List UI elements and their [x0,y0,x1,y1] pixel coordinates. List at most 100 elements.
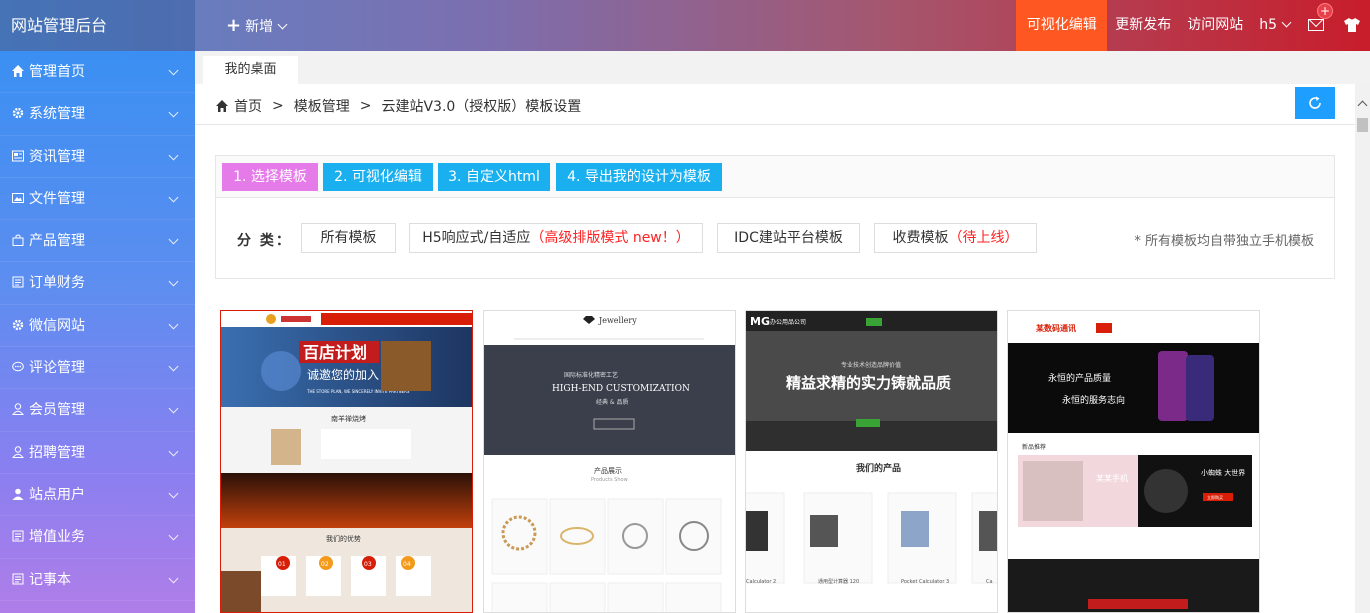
news-icon [12,149,29,165]
chevron-down-icon [168,277,179,287]
template-card-4[interactable]: 某数码通讯 永恒的产品质量 永恒的服务志向 新品推荐 某某手机 小蜘蛛 大世界 … [1007,310,1260,613]
sidebar-item-label: 管理首页 [29,64,85,80]
mail-button[interactable]: + [1298,0,1334,51]
chevron-down-icon [168,319,179,330]
sidebar-item-12[interactable]: 增值业务 [0,516,195,559]
t3-caption-3: Pocket Calculator 3 [901,579,949,585]
t1-badge-2: 02 [321,561,329,568]
theme-button[interactable] [1334,0,1370,51]
breadcrumb: 首页 > 模板管理 > 云建站V3.0（授权版）模板设置 [216,96,581,116]
step-custom-html[interactable]: 3. 自定义html [438,163,550,191]
sidebar-item-label: 文件管理 [29,190,85,207]
template-card-1[interactable]: 百店计划 诚邀您的加入 THE STORE PLAN, WE SINCERELY… [220,310,473,613]
vertical-scrollbar[interactable] [1355,84,1370,613]
chevron-down-icon [168,446,179,457]
t2-hero-en: HIGH-END CUSTOMIZATION [552,384,690,394]
t1-section-title2: 我们的优势 [326,534,361,543]
t2-section-title: 产品展示 [594,466,622,475]
sidebar-item-10[interactable]: 招聘管理 [0,432,195,474]
t3-brand: MG [750,315,770,328]
top-bar: 网站管理后台 + 新增 可视化编辑 更新发布 访问网站 h5 + [0,0,1370,51]
mail-badge: + [1317,3,1333,19]
new-button[interactable]: + 新增 [226,0,288,51]
chevron-down-icon [277,19,288,30]
scrollbar-thumb[interactable] [1357,118,1368,132]
template-preview-3: MG 办公用品公司 专业技术创造品牌价值 精益求精的实力铸就品质 我们的产品 C… [746,311,997,612]
publish-button[interactable]: 更新发布 [1107,0,1179,51]
sidebar-item-11[interactable]: 站点用户 [0,474,195,517]
sidebar-item-label: 系统管理 [29,106,85,123]
t1-badge-1: 01 [278,561,286,568]
sidebar-item-label: 评论管理 [29,360,85,377]
template-preview-4: 某数码通讯 永恒的产品质量 永恒的服务志向 新品推荐 某某手机 小蜘蛛 大世界 … [1008,311,1259,612]
order-icon [12,275,29,291]
tab-desktop[interactable]: 我的桌面 [203,56,298,84]
bag-icon [12,233,29,249]
sidebar-item-label: 站点用户 [29,486,85,503]
category-all-button[interactable]: 所有模板 [301,223,396,253]
app-title: 网站管理后台 [0,0,195,51]
chevron-down-icon [168,192,179,203]
visit-site-link[interactable]: 访问网站 [1179,0,1251,51]
home-icon [12,64,29,80]
sidebar-item-6[interactable]: 订单财务 [0,262,195,305]
image-icon [12,191,29,207]
category-note: * 所有模板均自带独立手机模板 [1134,234,1314,249]
sidebar-item-3[interactable]: 资讯管理 [0,136,195,178]
t3-section-title: 我们的产品 [856,462,901,474]
chevron-down-icon [168,107,179,118]
sidebar-item-13[interactable]: 记事本 [0,559,195,601]
shirt-icon [1344,18,1360,32]
breadcrumb-separator: > [272,98,284,114]
t1-badge-3: 03 [364,561,372,568]
category-idc-button[interactable]: IDC建站平台模板 [717,223,860,253]
sidebar-item-4[interactable]: 文件管理 [0,178,195,221]
sidebar-item-1[interactable]: 管理首页 [0,51,195,94]
sidebar-item-label: 增值业务 [29,529,85,546]
template-card-3[interactable]: MG 办公用品公司 专业技术创造品牌价值 精益求精的实力铸就品质 我们的产品 C… [745,310,998,613]
breadcrumb-template-manage[interactable]: 模板管理 [294,96,350,116]
chevron-down-icon [168,488,179,499]
sidebar-item-9[interactable]: 会员管理 [0,389,195,432]
step-visual-edit[interactable]: 2. 可视化编辑 [323,163,433,191]
t1-section-title: 南羊禅烧烤 [331,414,366,423]
chevron-down-icon [168,65,179,76]
scroll-up-icon[interactable] [1357,100,1368,111]
divider [195,124,1355,125]
visual-edit-button[interactable]: 可视化编辑 [1016,0,1108,51]
t4-brand: 某数码通讯 [1035,323,1076,333]
sidebar-item-8[interactable]: 评论管理 [0,347,195,390]
step-select-template[interactable]: 1. 选择模板 [222,163,318,191]
category-h5-button[interactable]: H5响应式/自适应（高级排版模式 new！） [409,223,703,253]
t1-hero-sub: 诚邀您的加入 [307,367,379,382]
step-export-template[interactable]: 4. 导出我的设计为模板 [556,163,722,191]
refresh-icon [1309,96,1321,109]
t3-hero: 精益求精的实力铸就品质 [786,374,951,392]
sidebar-item-2[interactable]: 系统管理 [0,93,195,136]
refresh-button[interactable] [1295,87,1335,119]
category-paid-note: （待上线） [948,230,1019,246]
t1-hero: 百店计划 [303,343,367,362]
t4-promo2: 小蜘蛛 大世界 [1201,468,1245,477]
t3-caption-2: 通用型计算器 120 [818,578,859,585]
user-icon [12,402,29,418]
mail-icon [1308,19,1324,31]
new-label: 新增 [245,19,274,35]
category-all-label: 所有模板 [320,230,377,246]
person-icon [12,487,29,503]
category-paid-button[interactable]: 收费模板（待上线） [874,223,1037,253]
h5-dropdown[interactable]: h5 [1251,0,1298,51]
sidebar-item-5[interactable]: 产品管理 [0,220,195,263]
order-icon [12,572,29,588]
sidebar-item-7[interactable]: 微信网站 [0,305,195,348]
breadcrumb-current: 云建站V3.0（授权版）模板设置 [381,99,582,115]
t2-brand: Jewellery [598,316,637,325]
chevron-down-icon [168,234,179,245]
t3-brand-name: 办公用品公司 [770,318,806,326]
user-icon [12,445,29,461]
t1-badge-4: 04 [403,561,411,568]
sidebar-item-label: 产品管理 [29,233,85,250]
gear-icon [12,106,29,122]
template-card-2[interactable]: Jewellery 国际标准化精密工艺 HIGH-END CUSTOMIZATI… [483,310,736,613]
breadcrumb-home[interactable]: 首页 [234,96,262,116]
